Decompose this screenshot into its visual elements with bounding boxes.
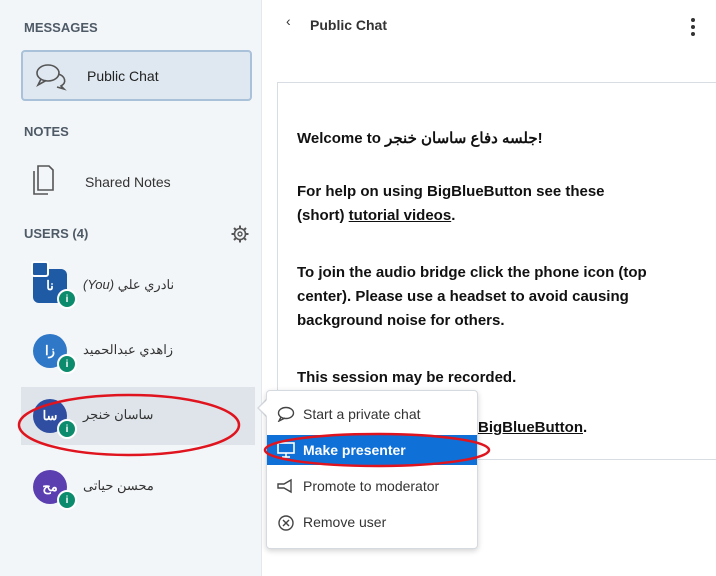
user-list-item-zahedi[interactable]: زا i زاهدي عبدالحميد	[21, 322, 255, 380]
more-options-icon[interactable]	[691, 18, 696, 39]
users-section-title: USERS (4)	[24, 226, 89, 241]
presenter-icon	[31, 261, 49, 277]
microphone-icon: i	[57, 490, 77, 510]
sidebar-item-public-chat[interactable]: Public Chat	[21, 50, 252, 101]
document-icon	[31, 164, 55, 201]
chat-bubble-icon	[277, 406, 295, 425]
welcome-line: Welcome to جلسه دفاع ساسان خنجر!	[297, 130, 543, 147]
menu-pointer-inner	[259, 399, 268, 417]
chat-title: Public Chat	[310, 17, 388, 33]
messages-section-title: MESSAGES	[24, 20, 98, 35]
chat-bubbles-icon	[35, 62, 69, 97]
user-name: زاهدي عبدالحميد	[83, 342, 174, 357]
bigbluebutton-link-line: BigBlueButton.	[478, 419, 588, 436]
you-tag: (You)	[83, 277, 115, 292]
public-chat-label: Public Chat	[87, 68, 159, 84]
notes-section-title: NOTES	[24, 124, 69, 139]
menu-item-remove-user[interactable]: Remove user	[267, 507, 477, 537]
microphone-icon: i	[57, 354, 77, 374]
menu-item-label: Start a private chat	[303, 406, 421, 422]
annotation-ellipse	[263, 432, 491, 468]
promote-icon	[277, 478, 295, 497]
user-list-item-mohsen[interactable]: مح i محسن حياتی	[21, 458, 255, 516]
annotation-ellipse	[17, 393, 241, 457]
menu-item-start-private-chat[interactable]: Start a private chat	[267, 399, 477, 429]
user-name: محسن حياتی	[83, 478, 154, 493]
user-name: نادري علي (You)	[83, 277, 175, 292]
circle-x-icon	[277, 514, 295, 535]
recording-notice: This session may be recorded.	[297, 369, 517, 386]
shared-notes-label: Shared Notes	[85, 174, 171, 190]
back-chevron-icon[interactable]: ‹	[286, 13, 291, 29]
bigbluebutton-link[interactable]: BigBlueButton	[478, 419, 583, 436]
menu-item-label: Remove user	[303, 514, 387, 530]
help-text: For help on using BigBlueButton see thes…	[297, 183, 605, 224]
sidebar: MESSAGES Public Chat NOTES Shared Notes …	[0, 0, 262, 576]
audio-help-text: To join the audio bridge click the phone…	[297, 264, 647, 329]
tutorial-videos-link[interactable]: tutorial videos	[349, 207, 452, 224]
user-list-item-nadery-ali[interactable]: نا i نادري علي (You)	[21, 257, 255, 315]
menu-item-label: Promote to moderator	[303, 478, 440, 494]
gear-icon[interactable]	[231, 225, 249, 248]
menu-item-promote-to-moderator[interactable]: Promote to moderator	[267, 471, 477, 501]
microphone-icon: i	[57, 289, 77, 309]
sidebar-item-shared-notes[interactable]: Shared Notes	[21, 160, 252, 204]
